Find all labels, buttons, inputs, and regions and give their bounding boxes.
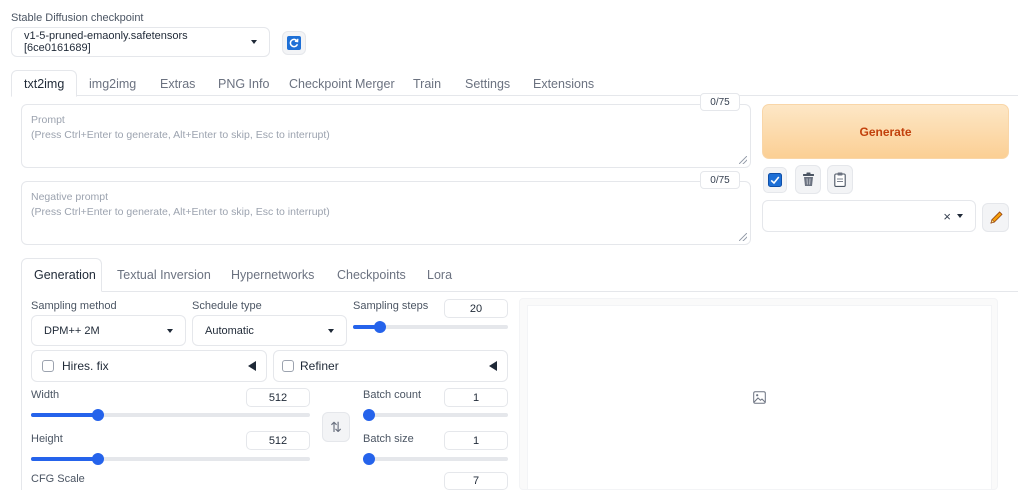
sampling-steps-slider[interactable]: [353, 320, 508, 334]
styles-dropdown[interactable]: ×: [762, 200, 976, 232]
prompt-hint: (Press Ctrl+Enter to generate, Alt+Enter…: [31, 129, 330, 141]
slider-track: [363, 457, 508, 461]
generate-button[interactable]: Generate: [762, 104, 1009, 159]
tab-train[interactable]: Train: [413, 77, 441, 91]
slider-thumb[interactable]: [374, 321, 387, 333]
chevron-down-icon: [328, 328, 334, 333]
batch-count-input[interactable]: 1: [444, 388, 508, 407]
clear-styles-icon[interactable]: ×: [943, 209, 951, 224]
expand-arrow-icon[interactable]: [489, 361, 497, 371]
prompt-textarea[interactable]: Prompt (Press Ctrl+Enter to generate, Al…: [21, 104, 751, 168]
expand-arrow-icon[interactable]: [248, 361, 256, 371]
sampling-method-label: Sampling method: [31, 300, 117, 312]
negative-prompt-label: Negative prompt: [31, 191, 109, 203]
slider-thumb[interactable]: [363, 453, 375, 465]
batch-count-label: Batch count: [363, 389, 422, 401]
sampling-method-value: DPM++ 2M: [44, 324, 100, 337]
slider-thumb[interactable]: [92, 453, 105, 465]
height-input[interactable]: 512: [246, 431, 310, 450]
tab-extensions[interactable]: Extensions: [533, 77, 594, 91]
sampling-method-dropdown[interactable]: DPM++ 2M: [31, 315, 186, 346]
panel-border: [21, 291, 22, 490]
slider-fill: [31, 457, 96, 461]
checkbox-checked-icon: [768, 173, 782, 187]
negative-prompt-token-counter: 0/75: [700, 171, 740, 189]
hires-fix-label: Hires. fix: [62, 359, 109, 373]
chevron-down-icon: [957, 214, 963, 218]
swap-arrows-icon: ⇅: [330, 418, 342, 435]
batch-count-slider[interactable]: [363, 408, 508, 422]
refresh-checkpoint-button[interactable]: [282, 31, 306, 55]
hires-fix-accordion[interactable]: Hires. fix: [31, 350, 267, 382]
tab-img2img[interactable]: img2img: [89, 77, 136, 91]
tab-lora[interactable]: Lora: [427, 268, 452, 282]
refresh-icon: [287, 36, 301, 50]
tabs-divider: [11, 95, 1018, 96]
tab-checkpoint-merger[interactable]: Checkpoint Merger: [289, 77, 395, 91]
swap-dimensions-button[interactable]: ⇅: [322, 412, 350, 442]
refiner-accordion[interactable]: Refiner: [273, 350, 508, 382]
batch-size-input[interactable]: 1: [444, 431, 508, 450]
slider-thumb[interactable]: [363, 409, 375, 421]
chevron-down-icon: [167, 328, 173, 333]
apply-styles-button[interactable]: [763, 167, 787, 193]
resize-grip-icon[interactable]: [739, 233, 747, 241]
sampling-steps-label: Sampling steps: [353, 300, 429, 312]
clear-prompt-button[interactable]: [795, 165, 821, 194]
height-slider[interactable]: [31, 452, 310, 466]
slider-fill: [353, 325, 377, 329]
batch-size-label: Batch size: [363, 433, 414, 445]
chevron-down-icon: [251, 40, 257, 44]
paste-params-button[interactable]: [827, 165, 853, 194]
width-input[interactable]: 512: [246, 388, 310, 407]
cfg-scale-input[interactable]: 7: [444, 472, 508, 490]
prompt-token-counter: 0/75: [700, 93, 740, 111]
tab-extras[interactable]: Extras: [160, 77, 195, 91]
refiner-checkbox[interactable]: [282, 360, 294, 372]
subtabs-divider: [21, 291, 1018, 292]
tab-checkpoints[interactable]: Checkpoints: [337, 268, 406, 282]
schedule-type-label: Schedule type: [192, 300, 262, 312]
sampling-steps-input[interactable]: 20: [444, 299, 508, 318]
tab-textual-inversion[interactable]: Textual Inversion: [117, 268, 211, 282]
schedule-type-value: Automatic: [205, 324, 254, 337]
negative-prompt-textarea[interactable]: Negative prompt (Press Ctrl+Enter to gen…: [21, 181, 751, 245]
clipboard-icon: [834, 172, 846, 187]
resize-grip-icon[interactable]: [739, 156, 747, 164]
checkpoint-dropdown[interactable]: v1-5-pruned-emaonly.safetensors [6ce0161…: [11, 27, 270, 57]
batch-size-slider[interactable]: [363, 452, 508, 466]
checkpoint-label: Stable Diffusion checkpoint: [11, 12, 144, 24]
hires-fix-checkbox[interactable]: [42, 360, 54, 372]
tab-settings[interactable]: Settings: [465, 77, 510, 91]
width-label: Width: [31, 389, 60, 401]
slider-fill: [31, 413, 96, 417]
schedule-type-dropdown[interactable]: Automatic: [192, 315, 347, 346]
trash-icon: [802, 172, 814, 186]
image-placeholder-icon: [753, 391, 766, 404]
height-label: Height: [31, 433, 63, 445]
tab-txt2img-label[interactable]: txt2img: [24, 77, 64, 91]
refiner-label: Refiner: [300, 359, 339, 373]
tab-generation-label[interactable]: Generation: [34, 268, 96, 282]
edit-styles-button[interactable]: [982, 203, 1009, 232]
pencil-icon: [989, 210, 1003, 224]
prompt-label: Prompt: [31, 114, 65, 126]
slider-thumb[interactable]: [92, 409, 105, 421]
tab-png-info[interactable]: PNG Info: [218, 77, 269, 91]
cfg-scale-label: CFG Scale: [31, 473, 85, 485]
width-slider[interactable]: [31, 408, 310, 422]
negative-prompt-hint: (Press Ctrl+Enter to generate, Alt+Enter…: [31, 206, 330, 218]
tab-hypernetworks[interactable]: Hypernetworks: [231, 268, 314, 282]
slider-track: [363, 413, 508, 417]
output-gallery: [527, 305, 992, 490]
checkpoint-value: v1-5-pruned-emaonly.safetensors [6ce0161…: [24, 30, 188, 54]
